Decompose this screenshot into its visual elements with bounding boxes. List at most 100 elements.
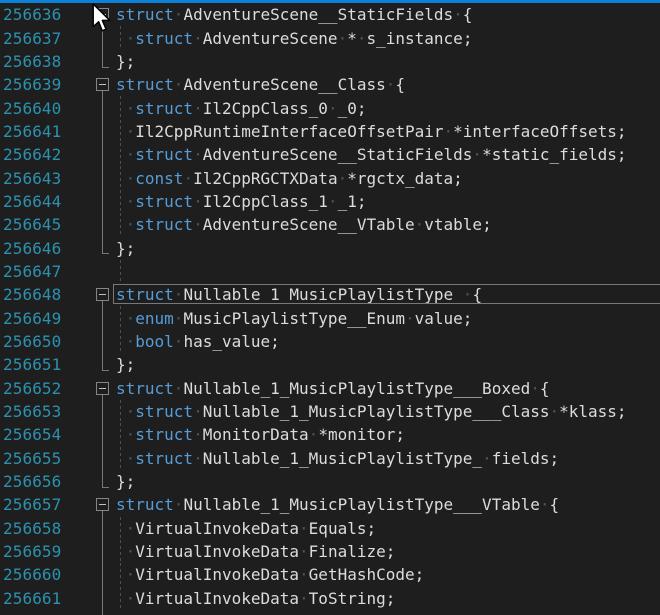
code-text[interactable]: ·struct·Il2CppClass_0·_0; bbox=[111, 96, 660, 119]
fold-margin[interactable] bbox=[94, 563, 111, 586]
code-line[interactable]: 256660 ·VirtualInvokeData·GetHashCode; bbox=[0, 563, 660, 586]
line-number[interactable]: 256642 bbox=[0, 145, 94, 164]
code-editor[interactable]: 256636 struct·AdventureScene__StaticField… bbox=[0, 3, 660, 615]
line-number[interactable]: 256646 bbox=[0, 239, 94, 258]
code-text[interactable]: ·struct·AdventureScene__StaticFields·*st… bbox=[111, 143, 660, 166]
line-number[interactable]: 256645 bbox=[0, 215, 94, 234]
line-number[interactable]: 256656 bbox=[0, 472, 94, 491]
code-text[interactable]: struct·Nullable_1_MusicPlaylistType_·{ bbox=[111, 283, 660, 306]
fold-margin[interactable] bbox=[94, 190, 111, 213]
fold-margin[interactable] bbox=[94, 213, 111, 236]
code-line[interactable]: 256643 ·const·Il2CppRGCTXData·*rgctx_dat… bbox=[0, 166, 660, 189]
code-text[interactable]: ·struct·Il2CppClass_1·_1; bbox=[111, 190, 660, 213]
code-text[interactable]: ·VirtualInvokeData·GetHashCode; bbox=[111, 563, 660, 586]
line-number[interactable]: 256651 bbox=[0, 355, 94, 374]
fold-collapse-button[interactable] bbox=[96, 78, 109, 91]
code-line[interactable]: 256644 ·struct·Il2CppClass_1·_1; bbox=[0, 190, 660, 213]
line-number[interactable]: 256658 bbox=[0, 519, 94, 538]
code-line[interactable]: 256658 ·VirtualInvokeData·Equals; bbox=[0, 517, 660, 540]
fold-margin[interactable] bbox=[94, 143, 111, 166]
code-text[interactable]: ·struct·Nullable_1_MusicPlaylistType___C… bbox=[111, 400, 660, 423]
code-text[interactable]: struct·AdventureScene__Class·{ bbox=[111, 73, 660, 96]
code-text[interactable]: struct·AdventureScene__StaticFields·{ bbox=[111, 3, 660, 26]
code-line[interactable]: 256656}; bbox=[0, 470, 660, 493]
fold-margin[interactable] bbox=[94, 120, 111, 143]
line-number[interactable]: 256649 bbox=[0, 309, 94, 328]
code-text[interactable]: ·const·Il2CppRGCTXData·*rgctx_data; bbox=[111, 166, 660, 189]
fold-margin[interactable] bbox=[94, 283, 111, 306]
code-line[interactable]: 256650 ·bool·has_value; bbox=[0, 330, 660, 353]
code-line[interactable]: 256641 ·Il2CppRuntimeInterfaceOffsetPair… bbox=[0, 120, 660, 143]
line-number[interactable]: 256648 bbox=[0, 285, 94, 304]
code-text[interactable]: }; bbox=[111, 610, 660, 615]
code-line[interactable]: 256640 ·struct·Il2CppClass_0·_0; bbox=[0, 96, 660, 119]
code-line[interactable]: 256652struct·Nullable_1_MusicPlaylistTyp… bbox=[0, 377, 660, 400]
fold-margin[interactable] bbox=[94, 540, 111, 563]
line-number[interactable]: 256637 bbox=[0, 29, 94, 48]
code-line[interactable]: 256654 ·struct·MonitorData·*monitor; bbox=[0, 423, 660, 446]
code-line[interactable]: 256659 ·VirtualInvokeData·Finalize; bbox=[0, 540, 660, 563]
line-number[interactable]: 256647 bbox=[0, 262, 94, 281]
code-text[interactable]: ·VirtualInvokeData·ToString; bbox=[111, 587, 660, 610]
fold-margin[interactable] bbox=[94, 400, 111, 423]
code-line[interactable]: 256648 struct·Nullable_1_MusicPlaylistTyp… bbox=[0, 283, 660, 306]
code-line[interactable]: 256647 bbox=[0, 260, 660, 283]
line-number[interactable]: 256641 bbox=[0, 122, 94, 141]
fold-margin[interactable] bbox=[94, 50, 111, 73]
fold-margin[interactable] bbox=[94, 470, 111, 493]
code-text[interactable]: ·struct·MonitorData·*monitor; bbox=[111, 423, 660, 446]
line-number[interactable]: 256653 bbox=[0, 402, 94, 421]
code-line[interactable]: 256653 ·struct·Nullable_1_MusicPlaylistT… bbox=[0, 400, 660, 423]
code-text[interactable]: ·VirtualInvokeData·Finalize; bbox=[111, 540, 660, 563]
code-text[interactable]: }; bbox=[111, 50, 660, 73]
line-number[interactable]: 256650 bbox=[0, 332, 94, 351]
fold-margin[interactable] bbox=[94, 587, 111, 610]
line-number[interactable]: 256660 bbox=[0, 565, 94, 584]
code-text[interactable]: ·VirtualInvokeData·Equals; bbox=[111, 517, 660, 540]
code-line[interactable]: 256639 struct·AdventureScene__Class·{ bbox=[0, 73, 660, 96]
fold-collapse-button[interactable] bbox=[96, 382, 109, 395]
fold-margin[interactable] bbox=[94, 306, 111, 329]
line-number[interactable]: 256654 bbox=[0, 425, 94, 444]
fold-margin[interactable] bbox=[94, 447, 111, 470]
line-number[interactable]: 256636 bbox=[0, 5, 94, 24]
code-line[interactable]: 256651}; bbox=[0, 353, 660, 376]
code-text[interactable]: ·struct·Nullable_1_MusicPlaylistType_·fi… bbox=[111, 447, 660, 470]
fold-margin[interactable] bbox=[94, 353, 111, 376]
code-text[interactable]: struct·Nullable_1_MusicPlaylistType___VT… bbox=[111, 493, 660, 516]
fold-margin[interactable] bbox=[94, 260, 111, 283]
code-text[interactable] bbox=[111, 260, 660, 283]
fold-collapse-button[interactable] bbox=[96, 498, 109, 511]
code-text[interactable]: ·struct·AdventureScene__VTable·vtable; bbox=[111, 213, 660, 236]
fold-margin[interactable] bbox=[94, 423, 111, 446]
fold-margin[interactable] bbox=[94, 73, 111, 96]
code-text[interactable]: ·struct·AdventureScene·*·s_instance; bbox=[111, 26, 660, 49]
code-line[interactable]: 256638}; bbox=[0, 50, 660, 73]
line-number[interactable]: 256639 bbox=[0, 75, 94, 94]
code-line[interactable]: 256645 ·struct·AdventureScene__VTable·vt… bbox=[0, 213, 660, 236]
code-line[interactable]: 256649 ·enum·MusicPlaylistType__Enum·val… bbox=[0, 306, 660, 329]
code-text[interactable]: ·enum·MusicPlaylistType__Enum·value; bbox=[111, 306, 660, 329]
fold-margin[interactable] bbox=[94, 610, 111, 615]
fold-collapse-button[interactable] bbox=[96, 288, 109, 301]
code-line[interactable]: 256657 struct·Nullable_1_MusicPlaylistTyp… bbox=[0, 493, 660, 516]
code-line[interactable]: 256642 ·struct·AdventureScene__StaticFie… bbox=[0, 143, 660, 166]
code-text[interactable]: struct·Nullable_1_MusicPlaylistType___Bo… bbox=[111, 377, 660, 400]
line-number[interactable]: 256644 bbox=[0, 192, 94, 211]
line-number[interactable]: 256638 bbox=[0, 52, 94, 71]
line-number[interactable]: 256640 bbox=[0, 99, 94, 118]
fold-margin[interactable] bbox=[94, 166, 111, 189]
code-text[interactable]: ·Il2CppRuntimeInterfaceOffsetPair·*inter… bbox=[111, 120, 660, 143]
line-number[interactable]: 256659 bbox=[0, 542, 94, 561]
code-line[interactable]: 256661 ·VirtualInvokeData·ToString; bbox=[0, 587, 660, 610]
code-text[interactable]: }; bbox=[111, 353, 660, 376]
code-line[interactable]: 256655 ·struct·Nullable_1_MusicPlaylistT… bbox=[0, 447, 660, 470]
fold-margin[interactable] bbox=[94, 96, 111, 119]
line-number[interactable]: 256643 bbox=[0, 169, 94, 188]
fold-margin[interactable] bbox=[94, 493, 111, 516]
code-line[interactable]: 256646}; bbox=[0, 236, 660, 259]
code-text[interactable]: }; bbox=[111, 236, 660, 259]
line-number[interactable]: 256657 bbox=[0, 495, 94, 514]
code-text[interactable]: ·bool·has_value; bbox=[111, 330, 660, 353]
fold-margin[interactable] bbox=[94, 517, 111, 540]
